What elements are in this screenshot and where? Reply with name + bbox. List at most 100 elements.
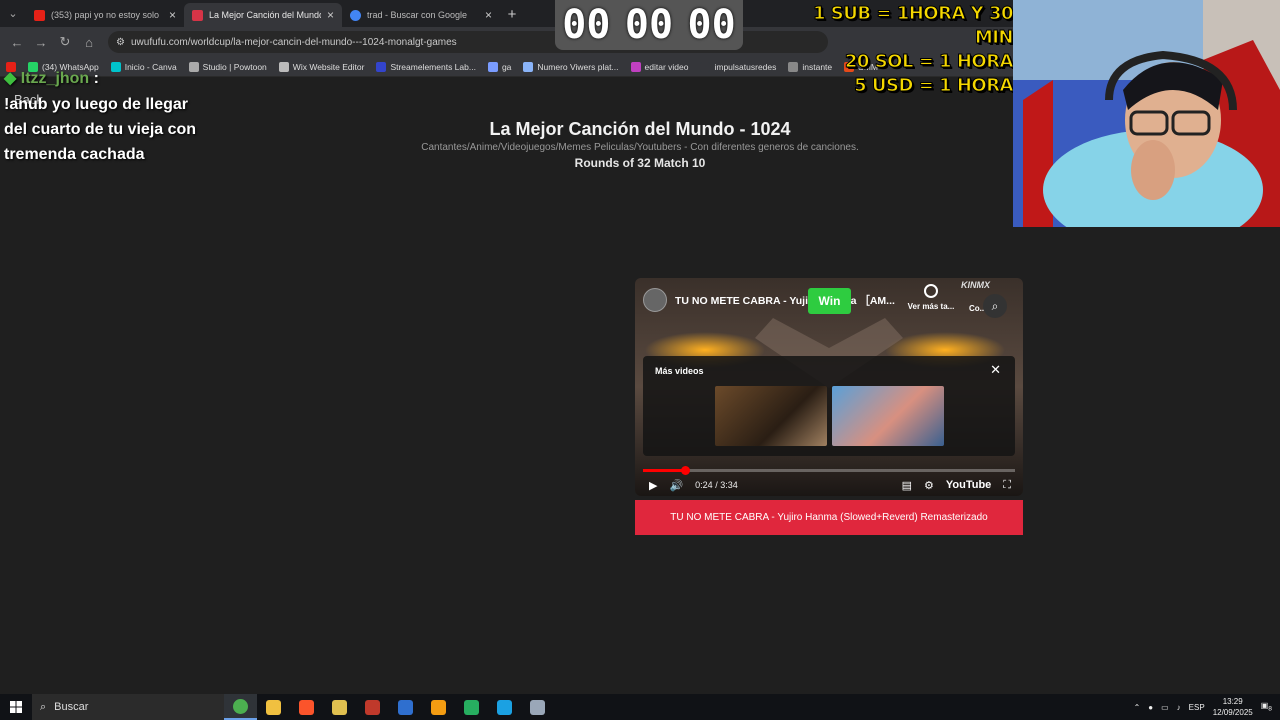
tab-google[interactable]: trad - Buscar con Google × <box>342 3 500 27</box>
bookmark-label: Inicio - Canva <box>124 61 177 72</box>
tab-close-icon[interactable]: × <box>169 8 176 22</box>
taskbar-app-7-icon[interactable] <box>422 694 455 720</box>
tab-title: (353) papi yo no estoy solo <box>51 10 160 20</box>
video-title[interactable]: TU NO METE CABRA - Yujiro Hanma ［AM... <box>675 293 895 308</box>
bookmark-label: editar video <box>644 61 689 72</box>
subtitles-icon[interactable]: ▤ <box>902 479 912 492</box>
bookmark-icon <box>523 61 534 72</box>
chat-separator: : <box>93 70 99 87</box>
app-glyph <box>365 699 380 715</box>
bookmark-item[interactable]: impulsatusredes <box>700 61 777 72</box>
taskbar-search[interactable]: ⌕ Buscar <box>32 694 224 720</box>
bookmark-icon <box>487 61 498 72</box>
bookmark-item[interactable]: ga <box>487 61 512 72</box>
chat-username: ◆ Itzz_jhon : <box>4 68 99 88</box>
bookmark-item[interactable]: Wix Website Editor <box>278 61 364 72</box>
bookmark-icon <box>278 61 289 72</box>
tab-close-icon[interactable]: × <box>327 8 334 22</box>
bookmark-label: Studio | Powtoon <box>202 61 267 72</box>
volume-icon[interactable]: 🔊 <box>669 479 683 492</box>
tab-title: La Mejor Canción del Mundo <box>209 10 321 20</box>
taskbar-app-4-icon[interactable] <box>323 694 356 720</box>
clock-icon <box>924 284 938 298</box>
promo-line: 1 SUB = 1HORA Y 30 MIN <box>812 3 1014 49</box>
google-favicon-icon <box>350 9 361 21</box>
language-indicator[interactable]: ESP <box>1189 703 1205 712</box>
tab-close-icon[interactable]: × <box>485 8 492 22</box>
close-icon[interactable]: ✕ <box>990 362 1001 378</box>
site-info-icon[interactable]: ⚙ <box>116 37 125 48</box>
windows-start-icon[interactable] <box>0 694 32 720</box>
microphone-icon[interactable]: ● <box>1148 703 1153 712</box>
promo-line: 20 SOL = 1 HORA <box>844 51 1014 73</box>
taskbar-file-explorer-icon[interactable] <box>257 694 290 720</box>
bookmark-label: impulsatusredes <box>714 61 777 72</box>
url-text: uwufufu.com/worldcup/la-mejor-cancin-del… <box>130 36 457 48</box>
chevron-up-icon[interactable]: ⌃ <box>1134 703 1141 712</box>
taskbar-chrome-icon[interactable] <box>224 694 257 720</box>
uwufufu-favicon-icon <box>192 9 203 21</box>
taskbar-app-6-icon[interactable] <box>389 694 422 720</box>
video-thumbnail[interactable] <box>832 386 944 446</box>
bookmark-icon <box>700 61 711 72</box>
clock[interactable]: 13:29 12/09/2025 <box>1213 696 1253 718</box>
app-glyph <box>497 699 512 715</box>
youtube-logo[interactable]: YouTube <box>946 479 991 491</box>
fullscreen-icon[interactable]: ⛶ <box>1003 479 1011 492</box>
back-arrow-icon[interactable]: ← <box>6 31 28 53</box>
new-tab-button[interactable]: + <box>500 3 524 27</box>
tab-uwufufu[interactable]: La Mejor Canción del Mundo × <box>184 3 342 27</box>
taskbar-app-9-icon[interactable] <box>488 694 521 720</box>
screen: ⌄ (353) papi yo no estoy solo × La Mejor… <box>0 0 1280 720</box>
bookmark-icon <box>630 61 641 72</box>
bookmark-item[interactable]: Studio | Powtoon <box>188 61 267 72</box>
notifications-icon[interactable]: ▣8 <box>1261 701 1272 713</box>
search-icon: ⌕ <box>40 700 47 713</box>
tab-search-icon[interactable]: ⌄ <box>0 0 26 27</box>
taskbar-app-8-icon[interactable] <box>455 694 488 720</box>
timer-hours: 00 <box>562 2 611 48</box>
system-tray: ⌃ ● ▭ ♪ ESP 13:29 12/09/2025 ▣8 <box>1134 694 1280 720</box>
more-videos-title: Más videos <box>655 366 704 376</box>
watch-later-label: Ver más ta... <box>907 302 955 311</box>
play-icon[interactable]: ▶ <box>649 479 657 492</box>
bookmark-item[interactable]: Inicio - Canva <box>110 61 177 72</box>
subathon-rules: 1 SUB = 1HORA Y 30 MIN 20 SOL = 1 HORA 5… <box>790 2 1014 98</box>
settings-icon[interactable]: ⚙ <box>924 479 934 492</box>
win-button[interactable]: Win <box>808 288 851 314</box>
more-videos-panel: Más videos ✕ <box>643 356 1015 456</box>
time-display: 0:24 / 3:34 <box>695 480 738 490</box>
bookmark-item[interactable]: Numero Viwers plat... <box>523 61 619 72</box>
song-choice-button[interactable]: TU NO METE CABRA - Yujiro Hanma (Slowed+… <box>635 500 1023 535</box>
app-glyph <box>233 698 248 714</box>
bookmark-label: ga <box>501 61 512 72</box>
forward-arrow-icon[interactable]: → <box>30 31 52 53</box>
app-glyph <box>464 699 479 715</box>
player-controls-right: ▤ ⚙ YouTube ⛶ <box>902 474 1011 496</box>
taskbar-app-10-icon[interactable] <box>521 694 554 720</box>
bookmark-label: Streamelements Lab... <box>390 61 476 72</box>
taskbar-app-5-icon[interactable] <box>356 694 389 720</box>
channel-avatar[interactable] <box>643 288 667 312</box>
reload-icon[interactable]: ↻ <box>54 31 76 53</box>
zoom-icon[interactable]: ⌕ <box>983 294 1007 318</box>
windows-logo-icon <box>10 701 22 713</box>
video-thumbnail[interactable] <box>715 386 827 446</box>
chat-username-text: Itzz_jhon <box>20 70 90 87</box>
tab-youtube[interactable]: (353) papi yo no estoy solo × <box>26 3 184 27</box>
taskbar-brave-icon[interactable] <box>290 694 323 720</box>
volume-tray-icon[interactable]: ♪ <box>1177 703 1181 712</box>
bookmark-item[interactable]: editar video <box>630 61 689 72</box>
home-icon[interactable]: ⌂ <box>78 31 100 53</box>
app-glyph <box>332 699 347 715</box>
taskbar-apps <box>224 694 554 720</box>
bookmark-icon <box>110 61 121 72</box>
watch-later-button[interactable]: Ver más ta... <box>903 284 959 311</box>
bookmark-item[interactable]: Streamelements Lab... <box>376 61 476 72</box>
network-icon[interactable]: ▭ <box>1161 703 1169 712</box>
stream-timer: 00 00 00 <box>555 0 743 50</box>
tab-title: trad - Buscar con Google <box>367 10 468 20</box>
progress-fill <box>643 469 685 472</box>
app-glyph <box>530 699 545 715</box>
progress-bar[interactable] <box>643 466 1015 475</box>
